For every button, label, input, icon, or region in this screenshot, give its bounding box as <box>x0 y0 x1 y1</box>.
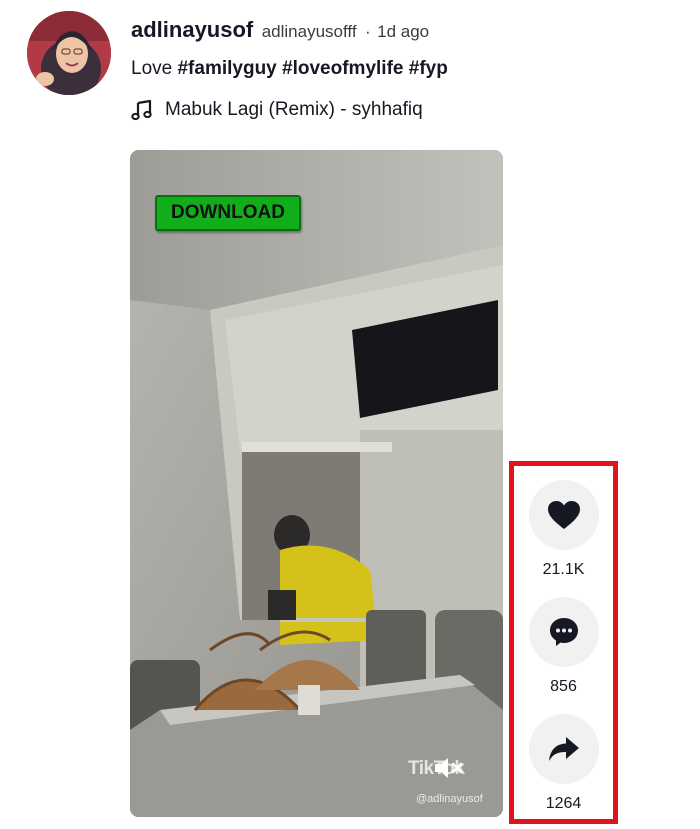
caption-text: Love <box>131 58 173 79</box>
caption: Love #familyguy #loveofmylife #fyp <box>131 58 448 80</box>
hashtag-loveofmylife[interactable]: #loveofmylife <box>282 58 403 79</box>
avatar[interactable] <box>27 11 111 95</box>
watermark-username: @adlinayusof <box>416 793 483 805</box>
video-player[interactable]: DOWNLOAD TikTok @adlinayusof <box>130 150 503 817</box>
author-line: adlinayusof adlinayusofff · 1d ago <box>131 17 429 43</box>
music-title: Mabuk Lagi (Remix) - syhhafiq <box>165 99 423 120</box>
author-name[interactable]: adlinayusof <box>131 17 253 42</box>
music-link[interactable]: Mabuk Lagi (Remix) - syhhafiq <box>131 99 423 121</box>
share-button[interactable] <box>528 714 599 784</box>
share-icon <box>548 737 579 761</box>
hashtag-fyp[interactable]: #fyp <box>409 58 448 79</box>
comment-count: 856 <box>550 678 577 695</box>
share-action: 1264 <box>514 714 613 813</box>
action-bar-highlight: 21.1K 856 1264 <box>509 461 618 824</box>
hashtag-familyguy[interactable]: #familyguy <box>177 58 276 79</box>
meta-separator: · <box>365 22 371 41</box>
share-count: 1264 <box>545 795 582 812</box>
like-action: 21.1K <box>514 480 613 579</box>
heart-icon <box>547 501 580 529</box>
comment-icon <box>549 618 578 646</box>
post-time: 1d ago <box>377 22 430 41</box>
video-post: adlinayusof adlinayusofff · 1d ago Love … <box>0 0 700 829</box>
video-frame <box>130 150 503 817</box>
mute-icon[interactable] <box>433 755 465 781</box>
comment-action: 856 <box>514 597 613 696</box>
author-handle[interactable]: adlinayusofff <box>262 22 357 41</box>
like-button[interactable] <box>528 480 599 550</box>
download-button[interactable]: DOWNLOAD <box>155 195 301 231</box>
comment-button[interactable] <box>528 597 599 667</box>
like-count: 21.1K <box>542 561 585 578</box>
music-note-icon <box>131 99 152 121</box>
